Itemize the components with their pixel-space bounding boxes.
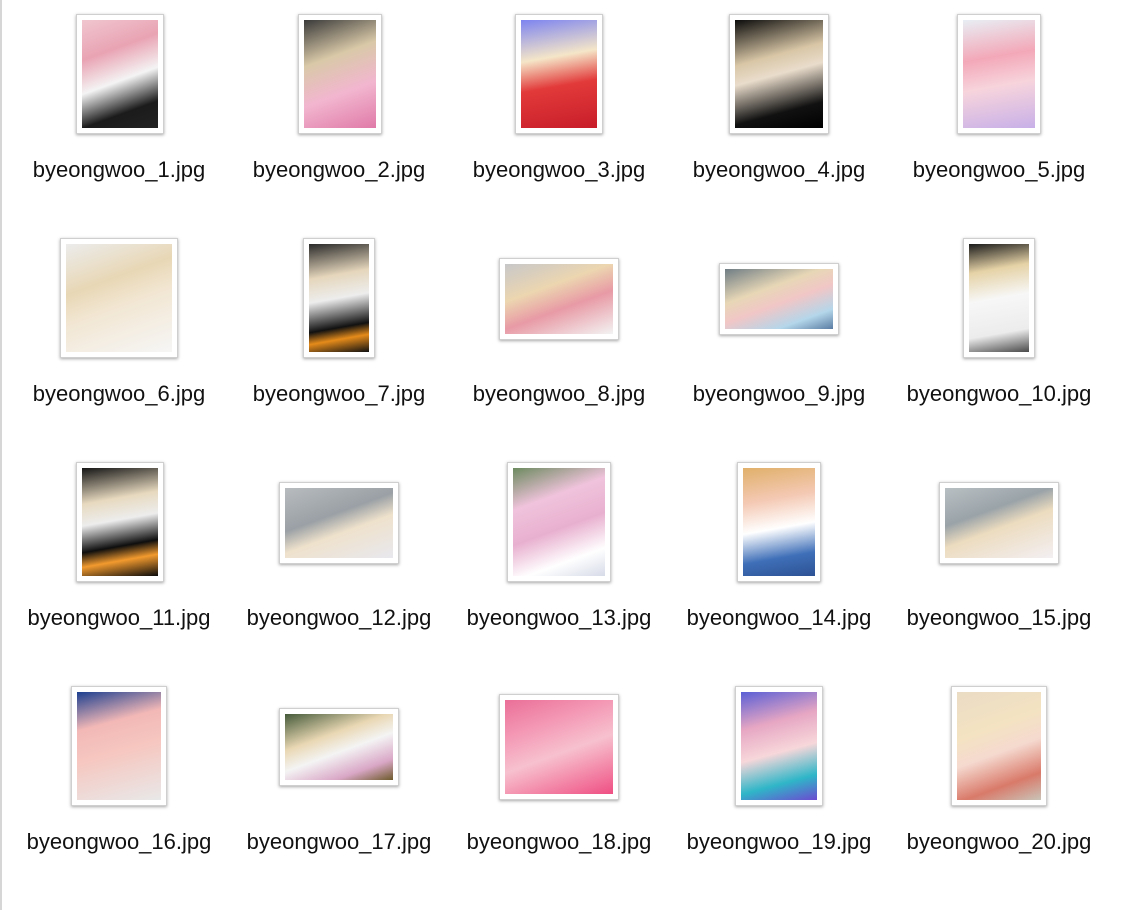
file-item[interactable]: byeongwoo_6.jpg	[9, 238, 229, 462]
photo-preview	[285, 488, 393, 558]
file-name[interactable]: byeongwoo_20.jpg	[899, 826, 1099, 858]
image-thumbnail[interactable]	[963, 238, 1035, 358]
file-item[interactable]: byeongwoo_5.jpg	[889, 14, 1109, 238]
file-item[interactable]: byeongwoo_20.jpg	[889, 686, 1109, 910]
image-thumbnail[interactable]	[71, 686, 167, 806]
photo-preview	[963, 20, 1035, 128]
image-thumbnail[interactable]	[279, 708, 399, 786]
photo-preview	[513, 468, 605, 576]
photo-preview	[725, 269, 833, 329]
file-item[interactable]: byeongwoo_2.jpg	[229, 14, 449, 238]
file-item[interactable]: byeongwoo_8.jpg	[449, 238, 669, 462]
file-name[interactable]: byeongwoo_5.jpg	[889, 154, 1109, 186]
file-item[interactable]: byeongwoo_4.jpg	[669, 14, 889, 238]
file-name[interactable]: byeongwoo_15.jpg	[889, 602, 1109, 634]
file-item[interactable]: byeongwoo_3.jpg	[449, 14, 669, 238]
photo-preview	[521, 20, 597, 128]
image-thumbnail[interactable]	[939, 482, 1059, 564]
image-thumbnail[interactable]	[76, 14, 164, 134]
file-name[interactable]: byeongwoo_3.jpg	[449, 154, 669, 186]
file-name[interactable]: byeongwoo_11.jpg	[9, 602, 229, 634]
file-icon-grid: byeongwoo_1.jpg byeongwoo_2.jpg byeongwo…	[0, 0, 1134, 910]
file-name[interactable]: byeongwoo_19.jpg	[669, 826, 889, 858]
photo-preview	[505, 700, 613, 794]
file-name[interactable]: byeongwoo_4.jpg	[669, 154, 889, 186]
photo-preview	[309, 244, 369, 352]
file-item[interactable]: byeongwoo_18.jpg	[449, 686, 669, 910]
image-thumbnail[interactable]	[719, 263, 839, 335]
photo-preview	[82, 468, 158, 576]
photo-preview	[66, 244, 172, 352]
file-item[interactable]: byeongwoo_13.jpg	[449, 462, 669, 686]
file-item[interactable]: byeongwoo_17.jpg	[229, 686, 449, 910]
image-thumbnail[interactable]	[507, 462, 611, 582]
file-item[interactable]: byeongwoo_9.jpg	[669, 238, 889, 462]
file-item[interactable]: byeongwoo_11.jpg	[9, 462, 229, 686]
photo-preview	[957, 692, 1041, 800]
file-name[interactable]: byeongwoo_9.jpg	[669, 378, 889, 410]
file-name[interactable]: byeongwoo_13.jpg	[449, 602, 669, 634]
image-thumbnail[interactable]	[76, 462, 164, 582]
image-thumbnail[interactable]	[279, 482, 399, 564]
image-thumbnail[interactable]	[515, 14, 603, 134]
photo-preview	[969, 244, 1029, 352]
photo-preview	[82, 20, 158, 128]
image-thumbnail[interactable]	[298, 14, 382, 134]
photo-preview	[735, 20, 823, 128]
file-name[interactable]: byeongwoo_6.jpg	[9, 378, 229, 410]
file-item[interactable]: byeongwoo_7.jpg	[229, 238, 449, 462]
file-item[interactable]: byeongwoo_12.jpg	[229, 462, 449, 686]
image-thumbnail[interactable]	[60, 238, 178, 358]
photo-preview	[945, 488, 1053, 558]
file-name[interactable]: byeongwoo_2.jpg	[229, 154, 449, 186]
image-thumbnail[interactable]	[737, 462, 821, 582]
image-thumbnail[interactable]	[735, 686, 823, 806]
file-name[interactable]: byeongwoo_18.jpg	[449, 826, 669, 858]
image-thumbnail[interactable]	[499, 694, 619, 800]
file-name[interactable]: byeongwoo_12.jpg	[229, 602, 449, 634]
file-item[interactable]: byeongwoo_16.jpg	[9, 686, 229, 910]
file-item[interactable]: byeongwoo_19.jpg	[669, 686, 889, 910]
photo-preview	[741, 692, 817, 800]
file-item[interactable]: byeongwoo_15.jpg	[889, 462, 1109, 686]
photo-preview	[285, 714, 393, 780]
file-name[interactable]: byeongwoo_16.jpg	[9, 826, 229, 858]
file-name[interactable]: byeongwoo_1.jpg	[9, 154, 229, 186]
image-thumbnail[interactable]	[499, 258, 619, 340]
image-thumbnail[interactable]	[957, 14, 1041, 134]
file-name[interactable]: byeongwoo_14.jpg	[669, 602, 889, 634]
photo-preview	[505, 264, 613, 334]
photo-preview	[743, 468, 815, 576]
file-item[interactable]: byeongwoo_10.jpg	[889, 238, 1109, 462]
file-item[interactable]: byeongwoo_14.jpg	[669, 462, 889, 686]
file-name[interactable]: byeongwoo_10.jpg	[889, 378, 1109, 410]
image-thumbnail[interactable]	[729, 14, 829, 134]
image-thumbnail[interactable]	[303, 238, 375, 358]
image-thumbnail[interactable]	[951, 686, 1047, 806]
photo-preview	[77, 692, 161, 800]
photo-preview	[304, 20, 376, 128]
file-name[interactable]: byeongwoo_7.jpg	[229, 378, 449, 410]
file-name[interactable]: byeongwoo_8.jpg	[449, 378, 669, 410]
file-name[interactable]: byeongwoo_17.jpg	[229, 826, 449, 858]
file-item[interactable]: byeongwoo_1.jpg	[9, 14, 229, 238]
